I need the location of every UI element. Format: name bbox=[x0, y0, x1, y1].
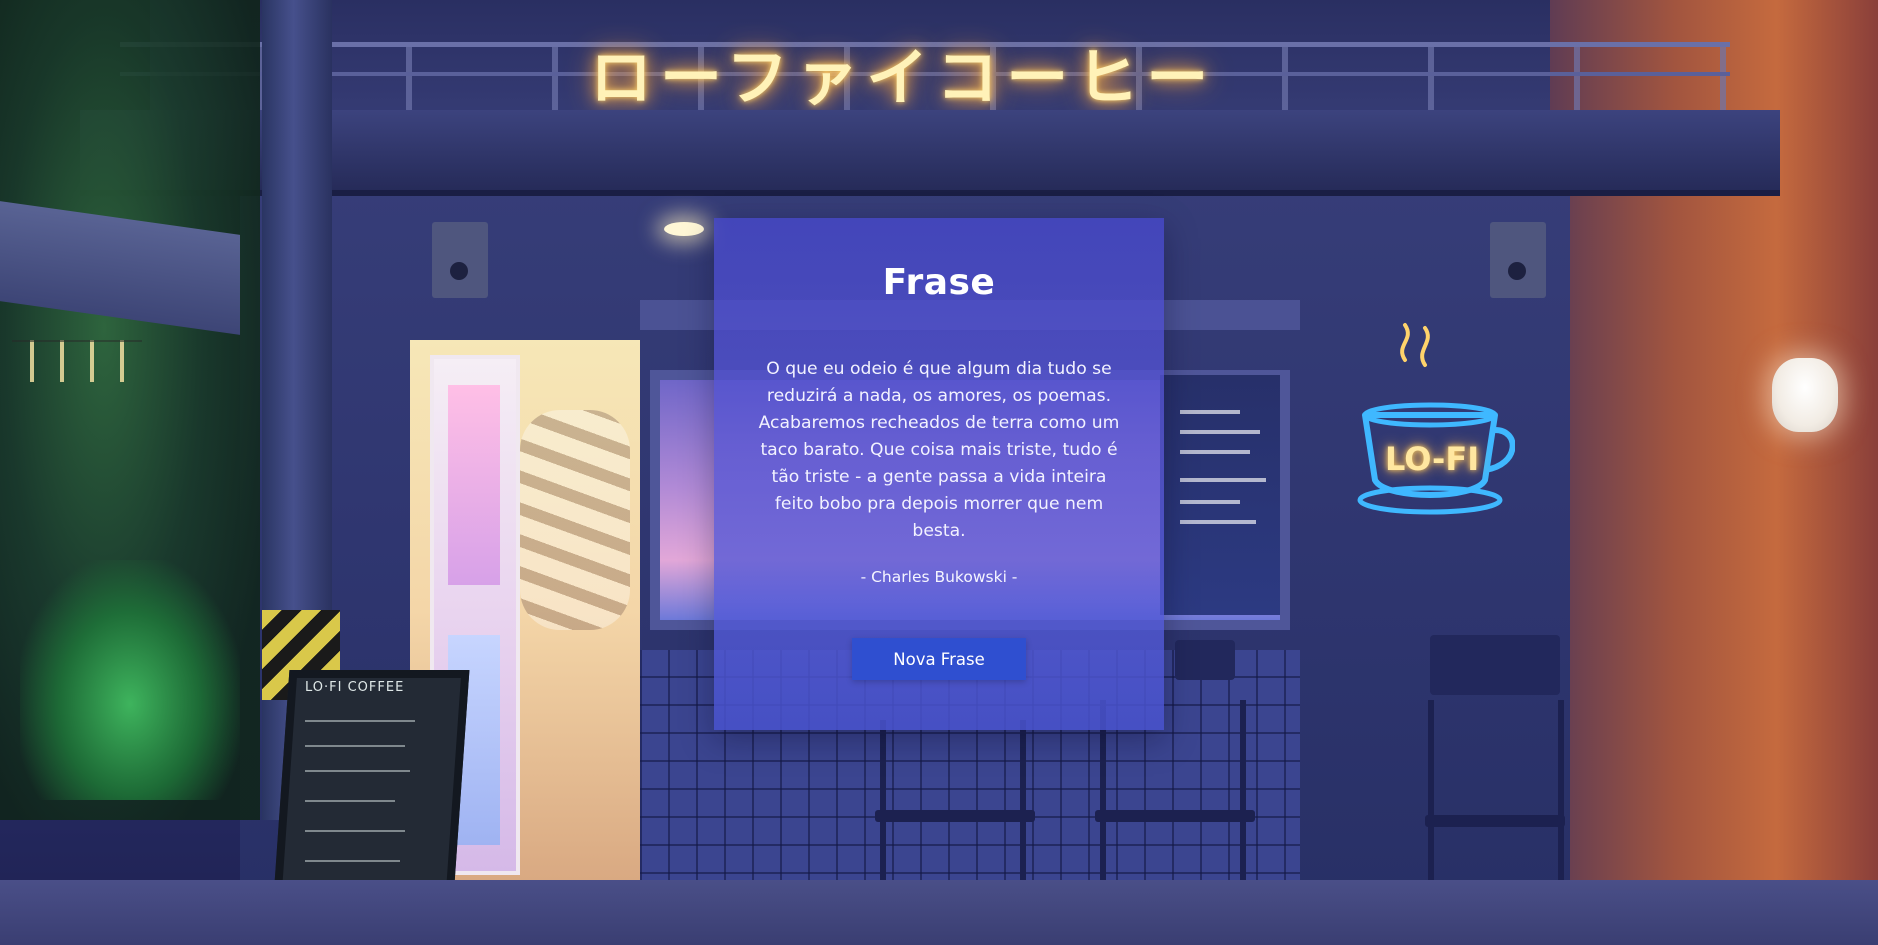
quote-card: Frase O que eu odeio é que algum dia tud… bbox=[714, 218, 1164, 730]
stool bbox=[1175, 640, 1235, 680]
menu-line bbox=[1180, 430, 1260, 434]
stool-leg bbox=[1020, 720, 1026, 900]
sidewalk bbox=[0, 880, 1878, 945]
new-quote-button[interactable]: Nova Frase bbox=[852, 638, 1026, 680]
neon-sign: ローファイコーヒー bbox=[590, 41, 1217, 114]
chalk-line bbox=[305, 860, 400, 862]
quote-text: O que eu odeio é que algum dia tudo se r… bbox=[758, 359, 1120, 541]
stool-leg bbox=[880, 720, 886, 900]
menu-line bbox=[1180, 500, 1240, 504]
photo-wall bbox=[520, 410, 630, 630]
menu-line bbox=[1180, 410, 1240, 414]
green-glow bbox=[20, 560, 240, 800]
chalk-line bbox=[305, 800, 395, 802]
chalk-line bbox=[305, 770, 410, 772]
paper-lantern bbox=[1772, 358, 1838, 432]
chalk-line bbox=[305, 720, 415, 722]
string-lights bbox=[12, 340, 142, 382]
quote-author: - Charles Bukowski - bbox=[860, 568, 1018, 586]
stool bbox=[1430, 635, 1560, 695]
menu-line bbox=[1180, 450, 1250, 454]
lofi-neon-text: LO-FI bbox=[1385, 440, 1480, 478]
stool-leg bbox=[1100, 700, 1106, 900]
stool-seat bbox=[1425, 815, 1565, 827]
menu-line bbox=[1180, 478, 1266, 482]
card-title: Frase bbox=[882, 262, 996, 303]
coffee-cup-icon bbox=[1357, 323, 1515, 515]
ceiling-lamp bbox=[664, 222, 704, 236]
roof-overhang bbox=[80, 110, 1780, 196]
background-scene: ローファイコーヒー LO-FI LO·FI COFFEE Frase O que… bbox=[0, 0, 1878, 945]
menu-line bbox=[1180, 520, 1256, 524]
stool-leg bbox=[1428, 700, 1434, 900]
speaker-icon bbox=[1490, 222, 1546, 298]
door-window bbox=[448, 385, 500, 585]
speaker-icon bbox=[432, 222, 488, 298]
stool-leg bbox=[1558, 700, 1564, 900]
chalkboard-title: LO·FI COFFEE bbox=[305, 680, 405, 695]
stool-seat bbox=[1095, 810, 1255, 822]
stool-seat bbox=[875, 810, 1035, 822]
chalk-line bbox=[305, 745, 405, 747]
stool-leg bbox=[1240, 700, 1246, 900]
chalk-line bbox=[305, 830, 405, 832]
